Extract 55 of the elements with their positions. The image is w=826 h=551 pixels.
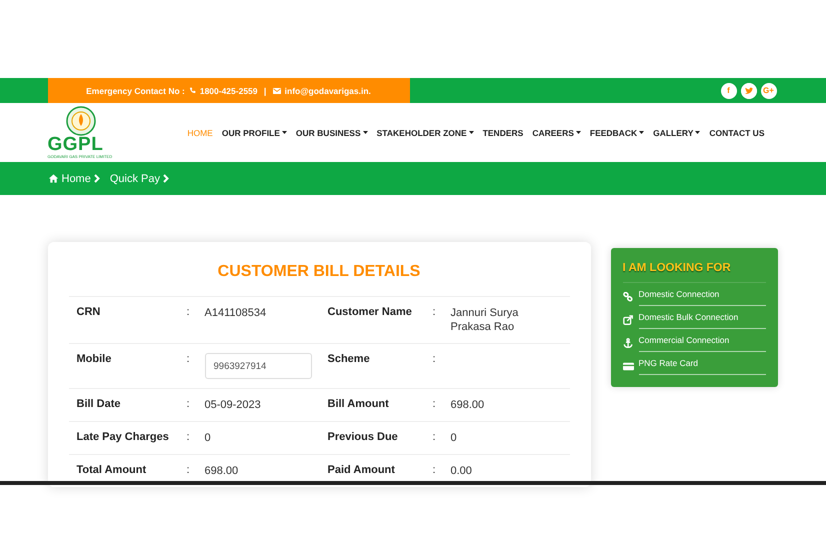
field-value: Jannuri Surya Prakasa Rao <box>450 306 520 334</box>
bird-icon[interactable] <box>740 82 756 98</box>
field-label: Bill Date <box>76 398 122 410</box>
chevron-icon <box>162 174 169 183</box>
colon: : <box>432 398 437 410</box>
link-icon <box>622 292 634 303</box>
nav-link[interactable]: CAREERS <box>532 128 581 138</box>
nav-link[interactable]: GALLERY <box>653 128 700 138</box>
field-value: 05-09-2023 <box>204 398 262 412</box>
external-link-icon <box>622 315 634 326</box>
field-label: Late Pay Charges <box>76 431 170 443</box>
field-value: 698.00 <box>450 398 486 412</box>
nav-link[interactable]: TENDERS <box>482 128 524 138</box>
logo-emblem-icon <box>66 106 96 136</box>
colon: : <box>432 353 437 365</box>
colon: : <box>432 464 437 476</box>
field-value: 0 <box>204 431 212 445</box>
field-label: Previous Due <box>328 431 399 443</box>
anchor-icon <box>622 338 634 349</box>
nav-link[interactable]: CONTACT US <box>709 128 764 138</box>
nav-link[interactable]: OUR BUSINESS <box>296 128 368 138</box>
field-label: Customer Name <box>328 306 413 318</box>
colon: : <box>186 306 191 318</box>
nav-link[interactable]: FEEDBACK <box>590 128 644 138</box>
separator: | <box>262 86 268 96</box>
field-label: Bill Amount <box>328 398 390 410</box>
mobile-input-field[interactable]: 9963927914 <box>204 353 312 379</box>
colon: : <box>186 464 191 476</box>
field-label: CRN <box>76 306 102 318</box>
field-label: Scheme <box>328 353 371 365</box>
colon: : <box>432 431 437 443</box>
field-value: 0 <box>450 431 458 445</box>
chevron-icon <box>94 174 100 183</box>
nav-link[interactable]: STAKEHOLDER ZONE <box>376 128 474 138</box>
phone-number: 1800-425-2559 <box>200 86 258 96</box>
field-value: 698.00 <box>204 464 240 478</box>
envelope-icon <box>272 88 281 94</box>
credit-card-icon <box>622 361 634 372</box>
colon: : <box>186 398 191 410</box>
field-label: Paid Amount <box>328 464 396 476</box>
colon: : <box>186 353 191 365</box>
phone-icon <box>188 87 196 94</box>
colon: : <box>186 431 191 443</box>
field-value: 0.00 <box>450 464 473 478</box>
card-title: CUSTOMER BILL DETAILS <box>216 263 422 281</box>
field-value: A141108534 <box>204 306 268 320</box>
email-address: info@godavarigas.in. <box>284 86 371 96</box>
field-label: Total Amount <box>76 464 148 476</box>
logo-text: GGPL <box>48 136 104 154</box>
panel-title: I AM LOOKING FOR <box>622 262 766 283</box>
emergency-label: Emergency Contact No : <box>86 86 185 96</box>
colon: : <box>432 306 437 318</box>
home-icon <box>48 173 58 184</box>
field-label: Mobile <box>76 353 112 365</box>
nav-link[interactable]: OUR PROFILE <box>222 128 287 138</box>
